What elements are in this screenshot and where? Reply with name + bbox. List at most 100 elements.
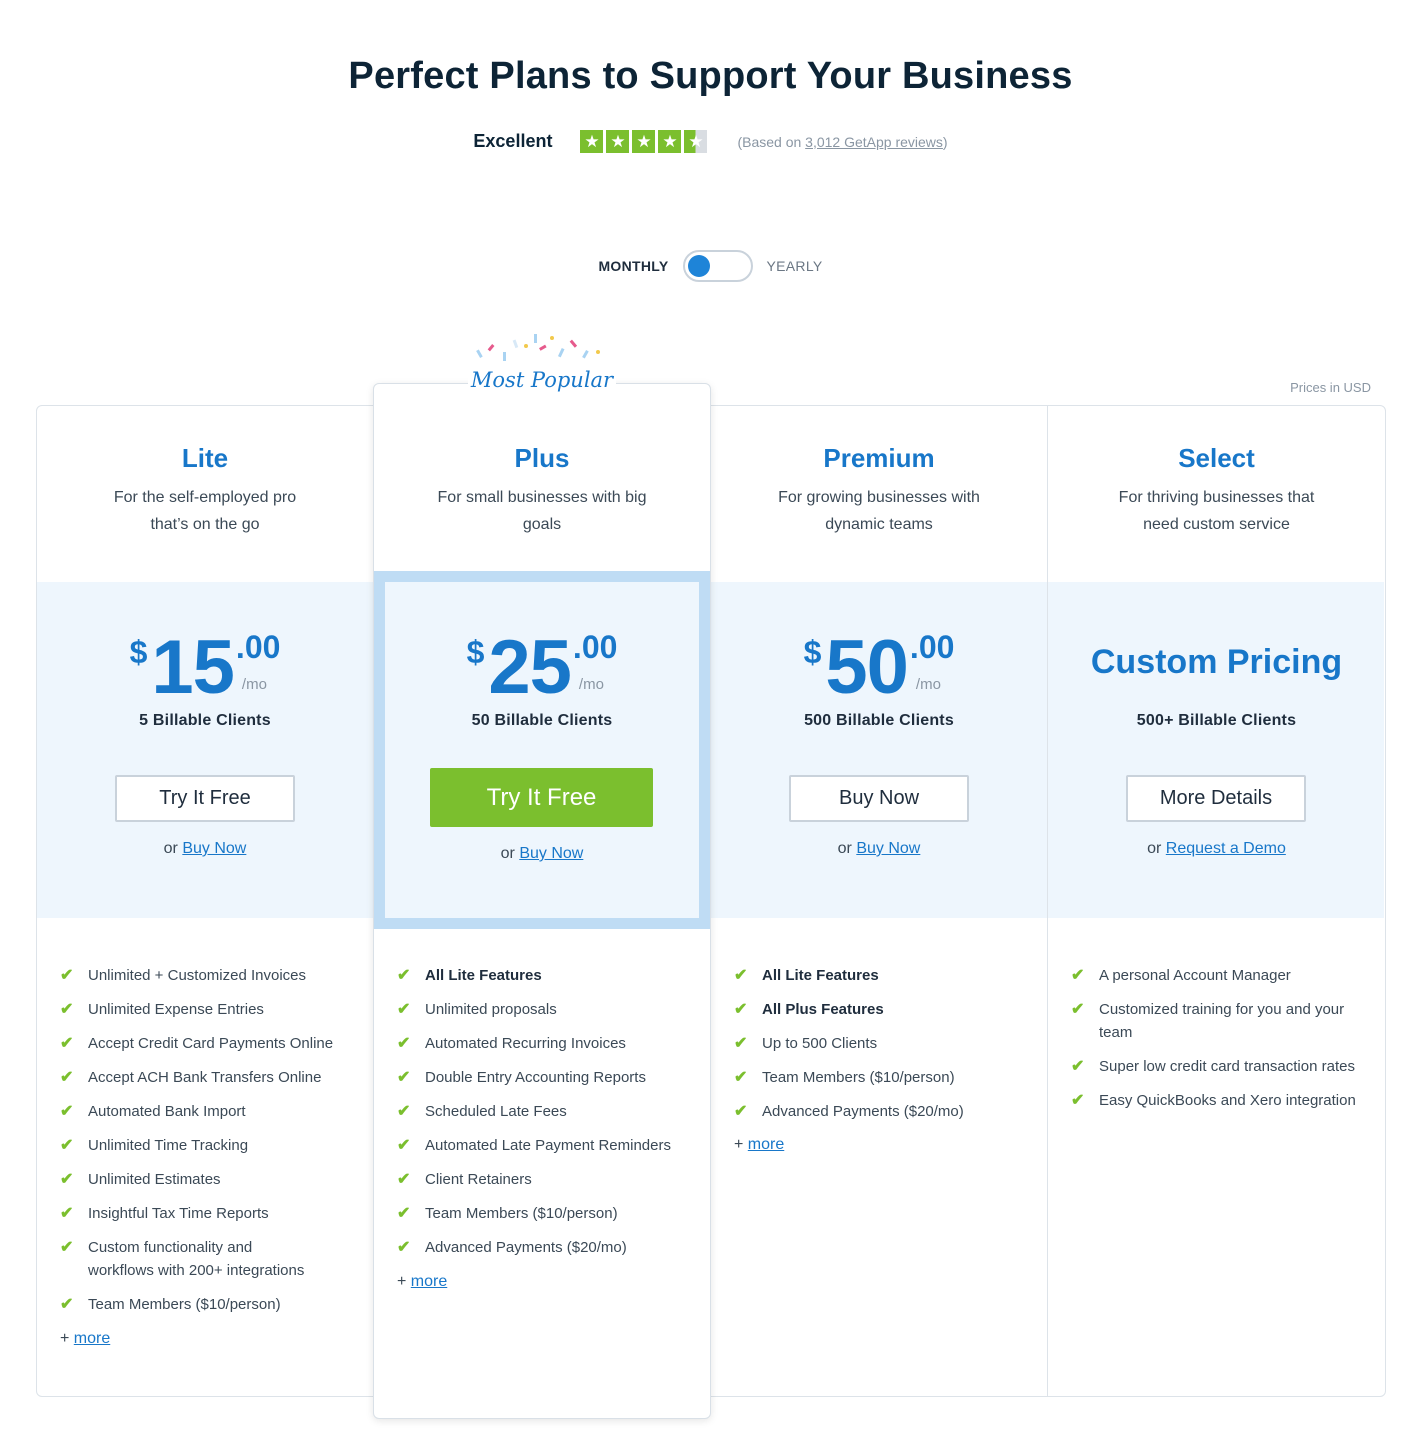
check-icon: ✔ xyxy=(1071,1001,1085,1018)
buy-now-link[interactable]: Buy Now xyxy=(519,845,583,862)
custom-pricing: Custom Pricing xyxy=(1090,643,1343,681)
plan-description: For small businesses with big goals xyxy=(437,489,647,533)
check-icon: ✔ xyxy=(60,1069,74,1086)
check-icon: ✔ xyxy=(397,1137,411,1154)
billing-switch[interactable] xyxy=(682,250,753,282)
check-icon: ✔ xyxy=(734,967,748,984)
alt-action: or Request a Demo xyxy=(1147,840,1286,857)
list-item: ✔ Unlimited Time Tracking xyxy=(60,1134,350,1157)
request-demo-link[interactable]: Request a Demo xyxy=(1166,840,1286,857)
rating-row: Excellent ★ ★ ★ ★ ★ (Based on 3,012 GetA… xyxy=(0,130,1421,153)
billing-toggle: MONTHLY YEARLY xyxy=(0,250,1421,282)
try-it-free-button[interactable]: Try It Free xyxy=(430,768,653,827)
feature-list-lite: ✔ Unlimited + Customized Invoices ✔ Unlimi… xyxy=(60,964,350,1327)
currency-symbol: $ xyxy=(803,634,822,670)
billable-clients: 50 Billable Clients xyxy=(471,712,613,729)
alt-action: or Buy Now xyxy=(500,845,584,862)
price-cents: .00 xyxy=(235,629,281,665)
check-icon: ✔ xyxy=(397,1103,411,1120)
check-icon: ✔ xyxy=(60,1205,74,1222)
feature-list-select: ✔ A personal Account Manager ✔ Customized … xyxy=(1071,964,1366,1123)
feature-list-premium: ✔ All Lite Features ✔ All Plus Features ✔ U… xyxy=(734,964,1034,1134)
price-period: /mo xyxy=(578,676,604,693)
check-icon: ✔ xyxy=(60,1171,74,1188)
more-link[interactable]: more xyxy=(411,1273,447,1290)
list-item: ✔ All Lite Features xyxy=(397,964,697,987)
plan-description: For thriving businesses that need custom … xyxy=(1118,489,1315,533)
list-item: ✔ All Plus Features xyxy=(734,998,1034,1021)
list-item: ✔ Advanced Payments ($20/mo) xyxy=(734,1100,1034,1123)
plan-header-select: Select For thriving businesses that need … xyxy=(1048,443,1385,538)
list-item: ✔ A personal Account Manager xyxy=(1071,964,1366,987)
list-item: ✔ Accept Credit Card Payments Online xyxy=(60,1032,350,1055)
check-icon: ✔ xyxy=(60,1239,74,1256)
check-icon: ✔ xyxy=(734,1001,748,1018)
more-toggle: + more xyxy=(734,1136,785,1153)
list-item: ✔ Team Members ($10/person) xyxy=(397,1202,697,1225)
list-item: ✔ Automated Late Payment Reminders xyxy=(397,1134,697,1157)
feature-list-plus: ✔ All Lite Features ✔ Unlimited proposals … xyxy=(397,964,697,1270)
star-icon: ★ xyxy=(606,130,630,153)
list-item: ✔ Team Members ($10/person) xyxy=(734,1066,1034,1089)
more-toggle: + more xyxy=(60,1330,111,1347)
more-link[interactable]: more xyxy=(74,1330,110,1347)
check-icon: ✔ xyxy=(60,1001,74,1018)
check-icon: ✔ xyxy=(734,1035,748,1052)
rating-label: Excellent xyxy=(473,131,553,151)
billable-clients: 500 Billable Clients xyxy=(804,712,954,729)
more-link[interactable]: more xyxy=(748,1136,784,1153)
check-icon: ✔ xyxy=(60,967,74,984)
more-toggle: + more xyxy=(397,1273,448,1290)
plan-header-lite: Lite For the self-employed pro that’s on … xyxy=(37,443,373,538)
list-item: ✔ Up to 500 Clients xyxy=(734,1032,1034,1055)
most-popular-badge: Most Popular xyxy=(468,330,616,402)
list-item: ✔ Unlimited Expense Entries xyxy=(60,998,350,1021)
more-details-button[interactable]: More Details xyxy=(1126,775,1306,822)
plan-price-lite: $ 15 .00/mo xyxy=(37,630,373,706)
list-item: ✔ Unlimited Estimates xyxy=(60,1168,350,1191)
plan-name: Lite xyxy=(181,443,229,473)
plan-header-premium: Premium For growing businesses with dynam… xyxy=(711,443,1047,538)
yearly-label[interactable]: YEARLY xyxy=(767,258,823,274)
plan-description: For the self-employed pro that’s on the g… xyxy=(113,489,297,533)
buy-now-link[interactable]: Buy Now xyxy=(182,840,246,857)
monthly-label[interactable]: MONTHLY xyxy=(598,258,668,274)
buy-now-link[interactable]: Buy Now xyxy=(856,840,920,857)
check-icon: ✔ xyxy=(60,1137,74,1154)
list-item: ✔ Easy QuickBooks and Xero integration xyxy=(1071,1089,1366,1112)
try-it-free-button[interactable]: Try It Free xyxy=(115,775,295,822)
price-amount: 50 xyxy=(825,625,909,710)
list-item: ✔ Automated Bank Import xyxy=(60,1100,350,1123)
buy-now-button[interactable]: Buy Now xyxy=(789,775,969,822)
currency-symbol: $ xyxy=(129,634,148,670)
list-item: ✔ Insightful Tax Time Reports xyxy=(60,1202,350,1225)
list-item: ✔ Automated Recurring Invoices xyxy=(397,1032,697,1055)
check-icon: ✔ xyxy=(1071,1092,1085,1109)
reviews-link[interactable]: 3,012 GetApp reviews xyxy=(805,134,943,150)
billable-clients: 5 Billable Clients xyxy=(139,712,271,729)
plan-name: Premium xyxy=(823,443,935,473)
switch-knob xyxy=(687,255,710,277)
check-icon: ✔ xyxy=(1071,1058,1085,1075)
price-amount: 25 xyxy=(488,625,572,710)
list-item: ✔ Unlimited proposals xyxy=(397,998,697,1021)
check-icon: ✔ xyxy=(734,1103,748,1120)
plan-name: Plus xyxy=(514,443,570,473)
plan-name: Select xyxy=(1178,443,1255,473)
check-icon: ✔ xyxy=(60,1103,74,1120)
price-period: /mo xyxy=(915,676,941,693)
list-item: ✔ Client Retainers xyxy=(397,1168,697,1191)
currency-symbol: $ xyxy=(466,634,485,670)
most-popular-label: Most Popular xyxy=(468,368,616,392)
page-title: Perfect Plans to Support Your Business xyxy=(348,55,1073,97)
star-icon: ★ xyxy=(658,130,682,153)
list-item: ✔ Accept ACH Bank Transfers Online xyxy=(60,1066,350,1089)
list-item: ✔ Custom functionality and workflows with… xyxy=(60,1236,320,1282)
check-icon: ✔ xyxy=(397,1171,411,1188)
check-icon: ✔ xyxy=(397,1001,411,1018)
prices-note: Prices in USD xyxy=(1290,380,1371,395)
plan-description: For growing businesses with dynamic teams xyxy=(778,489,980,533)
list-item: ✔ All Lite Features xyxy=(734,964,1034,987)
list-item: ✔ Super low credit card transaction rates xyxy=(1071,1055,1366,1078)
reviews-note: (Based on 3,012 GetApp reviews) xyxy=(737,133,948,150)
